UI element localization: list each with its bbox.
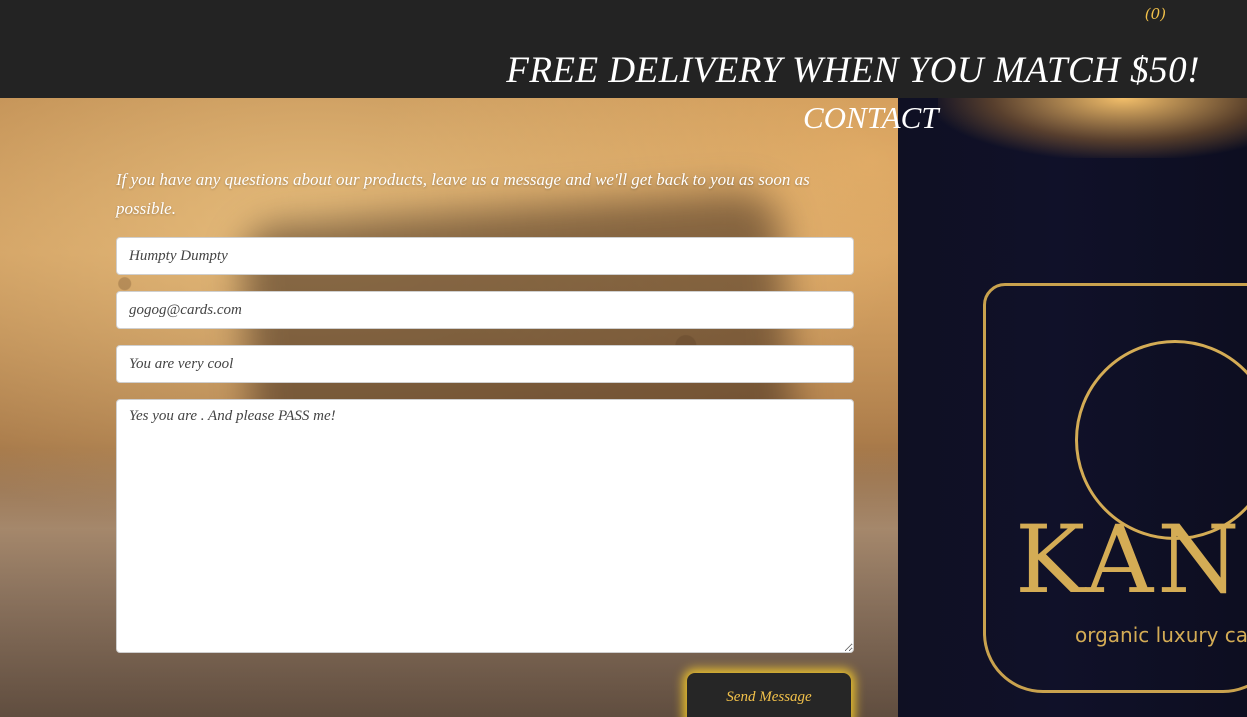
cart-count[interactable]: (0) bbox=[1145, 5, 1166, 23]
message-field[interactable]: Yes you are . And please PASS me! bbox=[116, 399, 854, 653]
candle-brand-tagline: organic luxury cand bbox=[1075, 623, 1247, 647]
top-bar: (0) FREE DELIVERY WHEN YOU MATCH $50! bbox=[0, 0, 1247, 98]
send-message-button[interactable]: Send Message bbox=[687, 673, 851, 717]
subject-field[interactable] bbox=[116, 345, 854, 383]
page-title: CONTACT bbox=[803, 100, 939, 135]
candle-flame-glow bbox=[938, 98, 1247, 158]
contact-intro-text: If you have any questions about our prod… bbox=[116, 170, 810, 218]
email-field[interactable] bbox=[116, 291, 854, 329]
promo-banner: FREE DELIVERY WHEN YOU MATCH $50! bbox=[506, 50, 1200, 91]
candle-brand-text: KANI bbox=[1015, 506, 1247, 615]
name-field[interactable] bbox=[116, 237, 854, 275]
contact-page: (0) FREE DELIVERY WHEN YOU MATCH $50! KA… bbox=[0, 0, 1247, 717]
